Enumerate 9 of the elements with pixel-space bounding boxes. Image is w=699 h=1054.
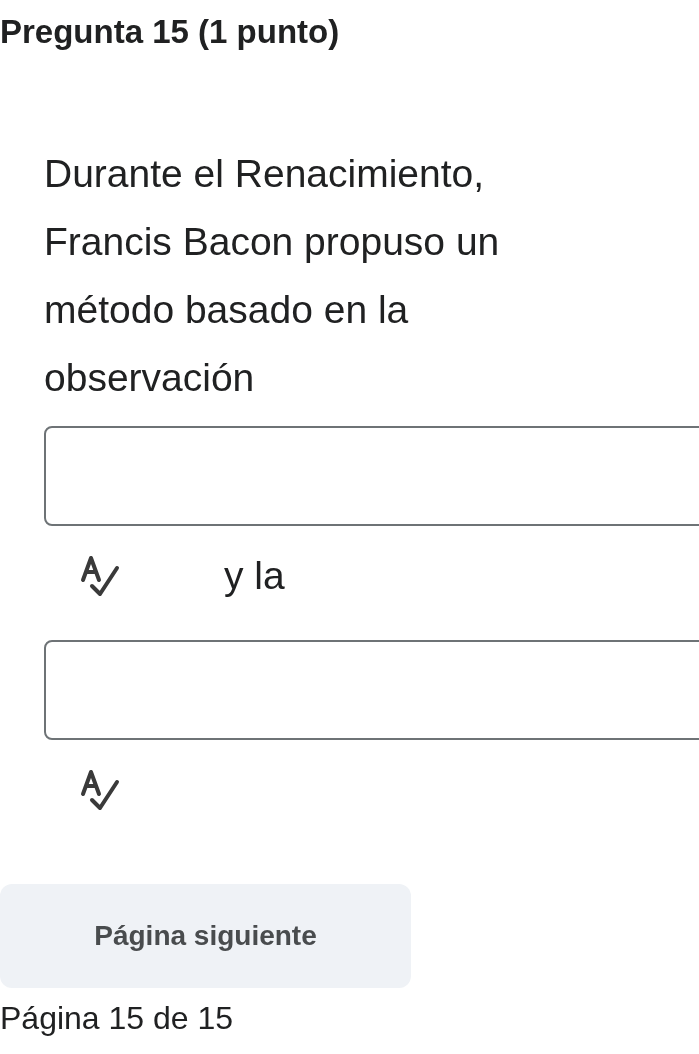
next-page-button[interactable]: Página siguiente [0, 884, 411, 988]
spellcheck-icon[interactable] [80, 768, 120, 812]
answer-field[interactable] [44, 426, 699, 526]
question-title: Pregunta 15 (1 punto) [0, 12, 341, 52]
page-indicator: Página 15 de 15 [0, 1000, 235, 1036]
question-text: y la [224, 552, 285, 599]
question-text: Durante el Renacimiento, Francis Bacon propuso un método basado en la observación [44, 151, 501, 401]
answer-field[interactable] [44, 640, 699, 740]
spellcheck-icon[interactable] [80, 554, 120, 598]
